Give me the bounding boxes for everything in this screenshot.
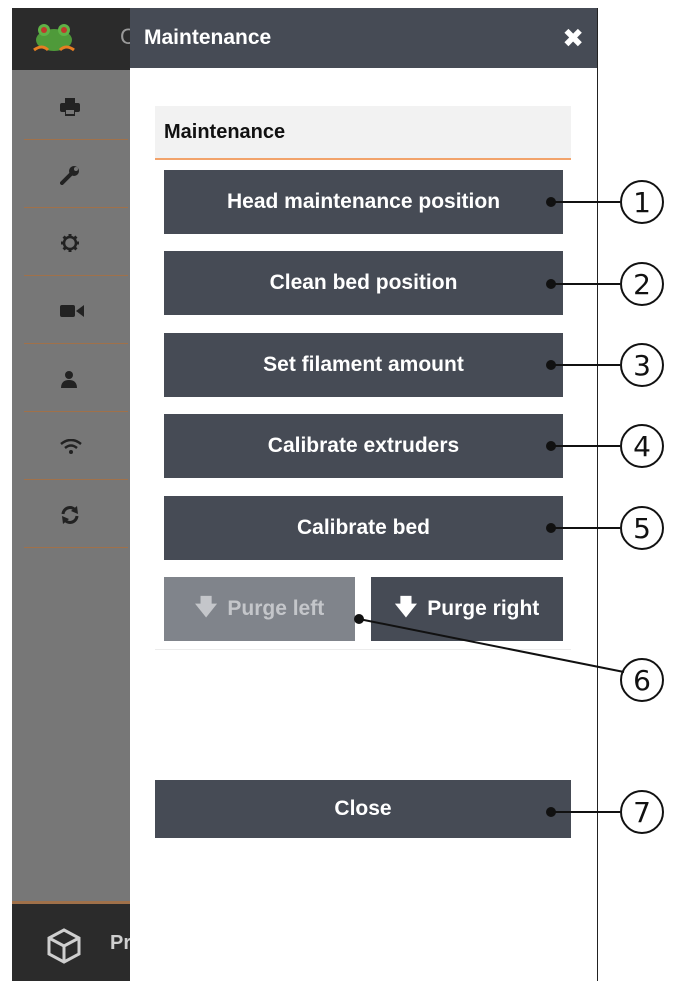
dialog-title: Maintenance	[144, 26, 272, 49]
maintenance-dialog: Maintenance ✖ Maintenance Head maintenan…	[130, 8, 598, 981]
callout-4: 4	[633, 429, 651, 463]
sidebar-item-settings[interactable]	[24, 210, 128, 276]
frog-logo	[33, 24, 75, 52]
video-camera-icon	[60, 304, 84, 317]
purge-right-button[interactable]: 🡇 Purge right	[371, 577, 563, 641]
refresh-icon	[61, 505, 79, 524]
close-button[interactable]: Close	[155, 780, 571, 838]
set-filament-amount-button[interactable]: Set filament amount	[164, 333, 563, 397]
sidebar-item-user[interactable]	[24, 346, 128, 412]
callout-6: 6	[633, 663, 651, 697]
printer-icon	[60, 97, 80, 116]
section-divider	[155, 649, 571, 650]
arrow-down-icon: 🡇	[394, 594, 418, 619]
user-icon	[61, 370, 77, 388]
sidebar-item-camera[interactable]	[24, 278, 128, 344]
calibrate-extruders-button[interactable]: Calibrate extruders	[164, 414, 563, 478]
sidebar-item-print[interactable]	[24, 74, 128, 140]
purge-right-label: Purge right	[427, 597, 540, 620]
callout-7: 7	[633, 795, 651, 829]
wrench-icon	[60, 165, 79, 185]
close-icon[interactable]: ✖	[562, 25, 584, 51]
callout-3: 3	[633, 348, 651, 382]
sidebar-item-tools[interactable]	[24, 142, 128, 208]
dialog-header: Maintenance ✖	[130, 8, 598, 68]
sidebar-item-refresh[interactable]	[24, 482, 128, 548]
section-header: Maintenance	[155, 106, 571, 160]
purge-left-label: Purge left	[227, 597, 325, 620]
callout-5: 5	[633, 511, 651, 545]
section-title: Maintenance	[164, 120, 286, 143]
clean-bed-position-button[interactable]: Clean bed position	[164, 251, 563, 315]
arrow-down-icon: 🡇	[194, 594, 218, 619]
bottom-bar-partial-text: Pr	[110, 932, 132, 954]
purge-left-button[interactable]: 🡇 Purge left	[164, 577, 355, 641]
dialog-edge	[597, 8, 598, 981]
wifi-icon	[60, 438, 82, 454]
gear-icon	[61, 233, 79, 252]
head-maintenance-position-button[interactable]: Head maintenance position	[164, 170, 563, 234]
sidebar-item-wifi[interactable]	[24, 414, 128, 480]
cube-icon	[47, 928, 81, 964]
callout-1: 1	[633, 185, 651, 219]
callout-2: 2	[633, 267, 651, 301]
calibrate-bed-button[interactable]: Calibrate bed	[164, 496, 563, 560]
